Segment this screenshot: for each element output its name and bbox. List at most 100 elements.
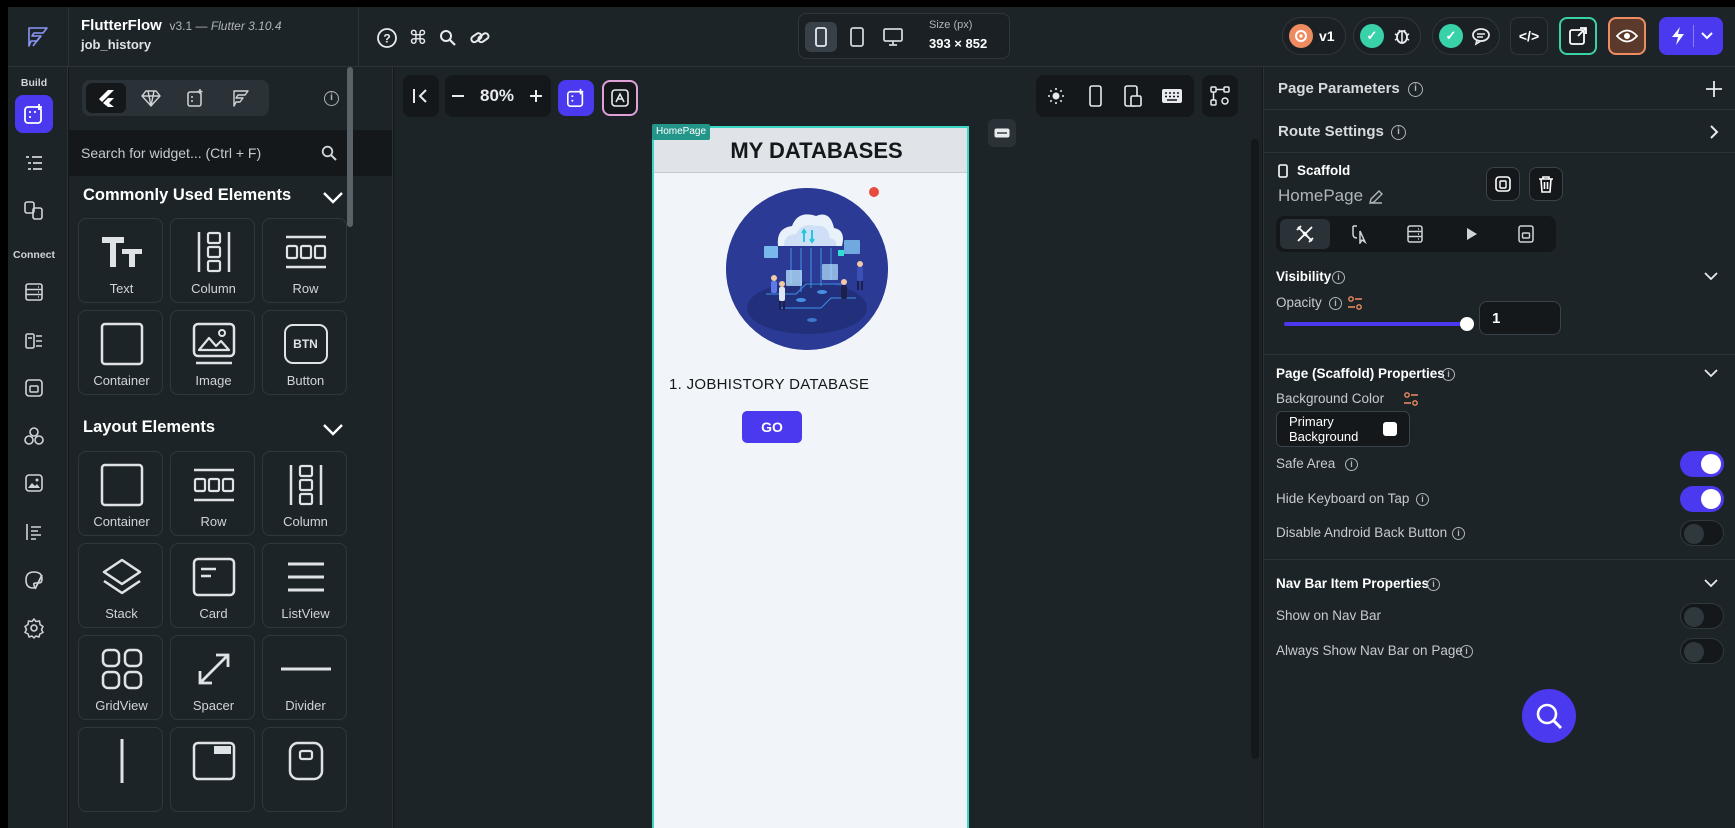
widget-card-column[interactable]: Column bbox=[170, 218, 255, 303]
search-icon[interactable] bbox=[321, 145, 337, 161]
database-list-item[interactable]: 1. JOBHISTORY DATABASE bbox=[669, 376, 869, 393]
flutterflow-library-icon[interactable] bbox=[221, 83, 261, 113]
widget-card-image[interactable]: Image bbox=[170, 310, 255, 395]
widget-card-container[interactable]: Container bbox=[78, 310, 163, 395]
play-tab-icon[interactable] bbox=[1446, 219, 1496, 249]
duplicate-button[interactable] bbox=[1486, 167, 1520, 201]
help-icon[interactable]: ? bbox=[374, 25, 400, 51]
widget-card-column[interactable]: Column bbox=[262, 451, 347, 536]
app-bar-title[interactable]: MY DATABASES bbox=[654, 138, 967, 164]
size-value[interactable]: 393 × 852 bbox=[929, 36, 987, 51]
widget-card-stack[interactable]: Stack bbox=[78, 543, 163, 628]
zoom-level[interactable]: 80% bbox=[471, 75, 523, 117]
background-color-picker[interactable]: Primary Background bbox=[1276, 411, 1410, 447]
open-external-button[interactable] bbox=[1559, 17, 1597, 55]
canvas-scrollbar[interactable] bbox=[1251, 139, 1259, 759]
widget-card-text[interactable]: Text bbox=[78, 218, 163, 303]
run-button[interactable] bbox=[1659, 17, 1723, 55]
widget-card-pageview[interactable] bbox=[262, 727, 347, 812]
chevron-down-icon[interactable] bbox=[1704, 271, 1718, 281]
chevron-down-icon[interactable] bbox=[1704, 578, 1718, 588]
flutter-widgets-icon[interactable] bbox=[86, 83, 126, 113]
project-info[interactable]: FlutterFlow v3.1 — Flutter 3.10.4 job_hi… bbox=[81, 17, 282, 52]
widget-search-input[interactable] bbox=[81, 136, 351, 170]
version-pill[interactable]: v1 bbox=[1282, 17, 1346, 55]
add-icon[interactable] bbox=[1704, 79, 1724, 99]
info-icon[interactable]: i bbox=[1345, 458, 1358, 471]
opacity-slider-thumb[interactable] bbox=[1460, 317, 1474, 331]
widget-card-container[interactable]: Container bbox=[78, 451, 163, 536]
chevron-down-icon[interactable] bbox=[1704, 368, 1718, 378]
widget-card-vertical-divider[interactable] bbox=[78, 727, 163, 812]
selection-handle[interactable] bbox=[869, 187, 879, 197]
info-icon[interactable]: i bbox=[1332, 271, 1345, 284]
media-assets-icon[interactable] bbox=[15, 464, 53, 502]
custom-code-icon[interactable] bbox=[15, 513, 53, 551]
edit-pencil-icon[interactable] bbox=[1368, 189, 1384, 205]
storage-icon[interactable] bbox=[15, 369, 53, 407]
custom-widgets-icon[interactable] bbox=[176, 83, 216, 113]
command-icon[interactable]: ⌘ bbox=[405, 25, 431, 51]
chevron-down-icon[interactable] bbox=[322, 419, 344, 441]
debug-pill[interactable]: ✓ bbox=[1353, 17, 1421, 55]
tablet-icon[interactable] bbox=[841, 22, 873, 52]
info-icon[interactable]: i bbox=[1329, 297, 1342, 310]
link-icon[interactable] bbox=[467, 25, 493, 51]
route-settings-row[interactable]: Route Settings i bbox=[1264, 110, 1735, 153]
search-help-button[interactable] bbox=[1522, 689, 1576, 743]
go-button[interactable]: GO bbox=[742, 411, 802, 443]
widget-card-tabbar[interactable] bbox=[170, 727, 255, 812]
widget-card-divider[interactable]: Divider bbox=[262, 635, 347, 720]
actions-tab-icon[interactable] bbox=[1334, 219, 1384, 249]
preview-button[interactable] bbox=[1608, 17, 1646, 55]
palette-scrollbar[interactable] bbox=[347, 67, 353, 227]
always-show-navbar-toggle[interactable] bbox=[1680, 638, 1724, 664]
delete-button[interactable] bbox=[1529, 167, 1563, 201]
phone-preview[interactable]: MY DATABASES 1. JOBHISTORY DATABASE GO bbox=[652, 126, 969, 828]
phone-frame-icon[interactable] bbox=[1076, 75, 1114, 117]
toggle-keyboard-button[interactable] bbox=[988, 119, 1016, 147]
safe-area-toggle[interactable] bbox=[1680, 451, 1724, 477]
components-gem-icon[interactable] bbox=[131, 83, 171, 113]
desktop-icon[interactable] bbox=[877, 22, 909, 52]
widget-card-spacer[interactable]: Spacer bbox=[170, 635, 255, 720]
add-widget-button[interactable] bbox=[558, 80, 594, 116]
responsive-icon[interactable] bbox=[1114, 75, 1152, 117]
ai-gen-button[interactable] bbox=[602, 80, 638, 116]
info-icon[interactable]: i bbox=[1427, 578, 1440, 591]
code-view-button[interactable]: </> bbox=[1510, 17, 1548, 55]
firestore-icon[interactable] bbox=[15, 273, 53, 311]
variable-bind-icon[interactable] bbox=[1347, 295, 1363, 311]
variable-bind-icon[interactable] bbox=[1403, 391, 1419, 407]
widget-card-card[interactable]: Card bbox=[170, 543, 255, 628]
info-icon[interactable]: i bbox=[1452, 527, 1465, 540]
search-icon[interactable] bbox=[435, 25, 461, 51]
info-icon[interactable]: i bbox=[1416, 493, 1429, 506]
light-mode-icon[interactable] bbox=[1036, 75, 1076, 117]
widget-tree-icon[interactable] bbox=[15, 145, 53, 183]
widget-card-row[interactable]: Row bbox=[170, 451, 255, 536]
chevron-right-icon[interactable] bbox=[1708, 124, 1720, 140]
hide-keyboard-toggle[interactable] bbox=[1680, 486, 1724, 512]
widget-add-icon[interactable] bbox=[15, 95, 53, 133]
disable-back-toggle[interactable] bbox=[1680, 520, 1724, 546]
show-navbar-toggle[interactable] bbox=[1680, 603, 1724, 629]
widget-card-row[interactable]: Row bbox=[262, 218, 347, 303]
keyboard-icon[interactable] bbox=[1152, 75, 1192, 117]
zoom-in-icon[interactable] bbox=[523, 75, 549, 117]
integrations-icon[interactable] bbox=[15, 417, 53, 455]
info-icon[interactable]: i bbox=[1460, 645, 1473, 658]
info-icon[interactable]: i bbox=[324, 91, 339, 106]
collapse-panel-button[interactable] bbox=[403, 75, 439, 117]
opacity-input[interactable]: 1 bbox=[1479, 301, 1561, 335]
hero-image[interactable] bbox=[726, 188, 888, 350]
widget-card-listview[interactable]: ListView bbox=[262, 543, 347, 628]
page-state-tab-icon[interactable] bbox=[1501, 219, 1551, 249]
flutterflow-logo[interactable] bbox=[8, 7, 68, 67]
opacity-slider-track[interactable] bbox=[1284, 322, 1466, 326]
zoom-out-icon[interactable] bbox=[445, 75, 471, 117]
properties-tab-icon[interactable] bbox=[1280, 219, 1330, 249]
info-icon[interactable]: i bbox=[1391, 125, 1406, 140]
page-name[interactable]: HomePage bbox=[1278, 186, 1363, 206]
info-icon[interactable]: i bbox=[1408, 82, 1423, 97]
